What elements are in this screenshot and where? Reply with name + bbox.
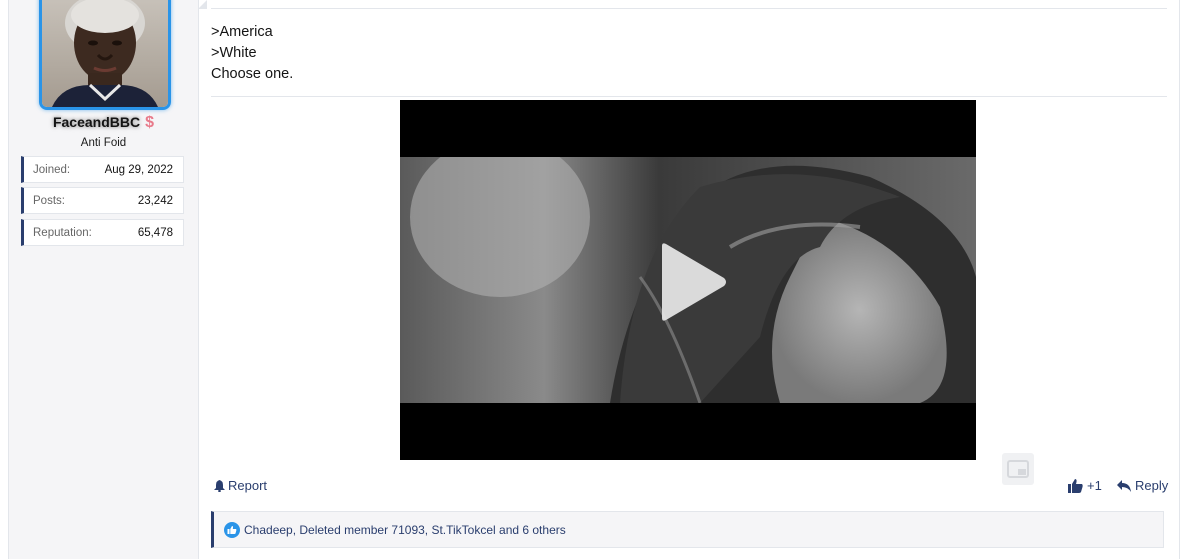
stat-label: Reputation: xyxy=(33,226,92,239)
avatar[interactable] xyxy=(39,0,171,110)
post-body: >America >White Choose one. xyxy=(211,22,293,85)
post-line: >America xyxy=(211,24,273,40)
post-main: >America >White Choose one. Report +1 Re… xyxy=(211,0,1168,559)
username-row: FaceandBBC $ xyxy=(9,114,198,132)
bell-icon xyxy=(214,479,225,492)
play-icon[interactable] xyxy=(658,242,728,322)
dollar-badge-icon: $ xyxy=(145,114,155,131)
user-title: Anti Foid xyxy=(80,137,127,149)
stat-label: Joined: xyxy=(33,163,71,176)
report-button[interactable]: Report xyxy=(214,478,267,493)
stat-reputation: Reputation: 65,478 xyxy=(21,219,184,246)
sidebar-pointer xyxy=(198,0,207,9)
divider xyxy=(211,8,1167,9)
post-actions: Report +1 Reply xyxy=(211,476,1168,496)
username[interactable]: FaceandBBC xyxy=(53,114,140,130)
reply-icon xyxy=(1117,479,1131,492)
reply-button[interactable]: Reply xyxy=(1117,478,1168,493)
post-line: Choose one. xyxy=(211,66,294,82)
reactions-bar[interactable]: Chadeep, Deleted member 71093, St.TikTok… xyxy=(211,511,1164,548)
reactions-text[interactable]: Chadeep, Deleted member 71093, St.TikTok… xyxy=(244,523,566,537)
video-player[interactable] xyxy=(400,100,976,460)
thumbs-up-icon xyxy=(1068,478,1083,493)
post-line: >White xyxy=(211,45,257,61)
divider xyxy=(211,96,1167,97)
like-button[interactable]: +1 xyxy=(1068,478,1102,493)
post-container: FaceandBBC $ Anti Foid Joined: Aug 29, 20… xyxy=(8,0,1180,559)
user-sidebar: FaceandBBC $ Anti Foid Joined: Aug 29, 20… xyxy=(9,0,199,559)
avatar-image xyxy=(42,0,168,107)
stat-value: 65,478 xyxy=(137,226,173,239)
stat-posts: Posts: 23,242 xyxy=(21,187,184,214)
stat-value: Aug 29, 2022 xyxy=(104,163,173,176)
like-reaction-icon xyxy=(224,521,240,538)
reply-label: Reply xyxy=(1135,478,1169,493)
stat-value: 23,242 xyxy=(137,194,173,207)
report-label: Report xyxy=(228,478,268,493)
stat-joined: Joined: Aug 29, 2022 xyxy=(21,156,184,183)
stat-label: Posts: xyxy=(33,194,65,207)
like-count: +1 xyxy=(1087,478,1102,493)
